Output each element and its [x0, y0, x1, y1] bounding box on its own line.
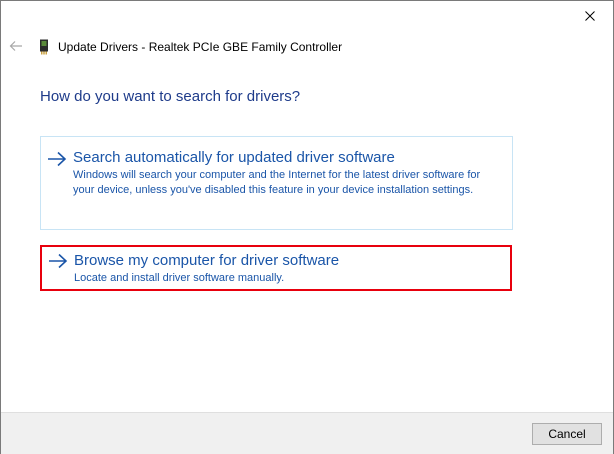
window-title: Update Drivers - Realtek PCIe GBE Family… — [58, 40, 343, 54]
update-drivers-window: Update Drivers - Realtek PCIe GBE Family… — [0, 0, 614, 454]
option-title: Search automatically for updated driver … — [73, 149, 395, 166]
dialog-footer: Cancel — [1, 412, 613, 454]
back-button[interactable] — [7, 37, 25, 55]
title-bar: Update Drivers - Realtek PCIe GBE Family… — [39, 38, 342, 56]
back-arrow-icon — [9, 41, 22, 51]
close-button[interactable] — [567, 1, 613, 31]
option-title: Browse my computer for driver software — [74, 252, 340, 269]
network-adapter-icon — [40, 39, 48, 55]
arrow-right-icon — [49, 253, 68, 269]
browse-computer-option[interactable]: Browse my computer for driver software L… — [40, 245, 512, 291]
close-icon — [585, 11, 595, 21]
page-heading: How do you want to search for drivers? — [40, 88, 301, 105]
search-automatically-option[interactable]: Search automatically for updated driver … — [40, 136, 513, 230]
arrow-right-icon — [48, 151, 67, 167]
option-description: Windows will search your computer and th… — [73, 169, 481, 196]
option-description: Locate and install driver software manua… — [74, 272, 285, 284]
cancel-button[interactable]: Cancel — [532, 423, 602, 445]
